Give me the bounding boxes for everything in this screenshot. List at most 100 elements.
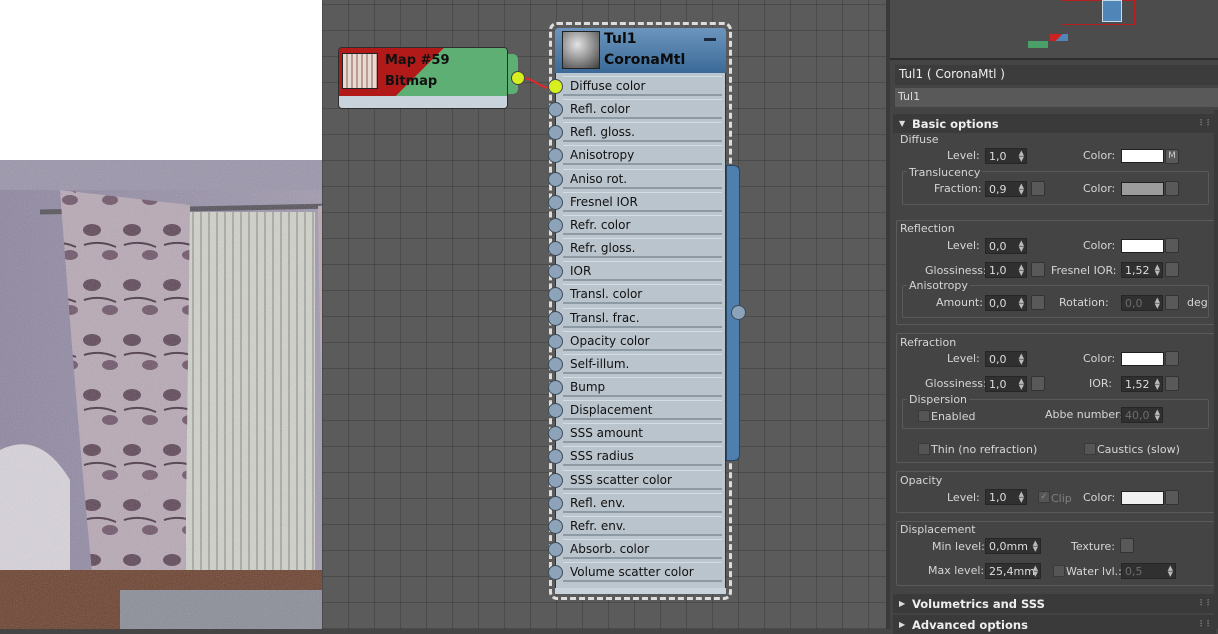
- slot-volume-scatter-color[interactable]: Volume scatter color: [563, 562, 722, 583]
- spinner-arrows-icon[interactable]: ▲ ▼: [1019, 264, 1024, 277]
- abbe-number-spinner[interactable]: 40,0 ▲ ▼: [1121, 407, 1163, 423]
- fraction-map-button[interactable]: [1031, 181, 1045, 196]
- spinner-arrows-icon[interactable]: ▲ ▼: [1033, 565, 1038, 578]
- input-port[interactable]: [548, 333, 563, 349]
- slot-sss-amount[interactable]: SSS amount: [563, 423, 722, 444]
- reflection-color-map-button[interactable]: [1165, 238, 1179, 253]
- slot-self-illum[interactable]: Self-illum.: [563, 353, 722, 374]
- slot-sss-radius[interactable]: SSS radius: [563, 446, 722, 467]
- slot-ior[interactable]: IOR: [563, 261, 722, 282]
- translucency-fraction-spinner[interactable]: 0,9 ▲ ▼: [985, 181, 1027, 197]
- spinner-arrows-icon[interactable]: ▲ ▼: [1155, 264, 1160, 277]
- reflection-level-spinner[interactable]: 0,0 ▲ ▼: [985, 238, 1027, 254]
- spinner-arrows-icon[interactable]: ▲ ▼: [1155, 297, 1160, 310]
- fresnel-map-button[interactable]: [1165, 262, 1179, 277]
- anisotropy-rotation-spinner[interactable]: 0,0 ▲ ▼: [1121, 295, 1163, 311]
- rollout-advanced[interactable]: ▶ Advanced options ⋮⋮: [893, 615, 1216, 634]
- minimize-node-icon[interactable]: [704, 38, 716, 41]
- input-port[interactable]: [548, 542, 563, 557]
- glossiness-map-button[interactable]: [1031, 262, 1045, 277]
- input-port[interactable]: [548, 495, 563, 511]
- spinner-arrows-icon[interactable]: ▲ ▼: [1019, 183, 1024, 196]
- slot-refr-color[interactable]: Refr. color: [563, 214, 722, 235]
- input-port[interactable]: [548, 356, 563, 372]
- input-port[interactable]: [548, 171, 563, 187]
- drag-grip-icon[interactable]: ⋮⋮: [1197, 598, 1212, 607]
- refraction-color-map-button[interactable]: [1165, 351, 1179, 366]
- amount-map-button[interactable]: [1031, 295, 1045, 310]
- opacity-level-spinner[interactable]: 1,0 ▲ ▼: [985, 489, 1027, 505]
- input-port[interactable]: [548, 310, 563, 326]
- displacement-texture-button[interactable]: [1120, 538, 1134, 553]
- ior-spinner[interactable]: 1,52 ▲ ▼: [1121, 376, 1163, 392]
- reflection-glossiness-spinner[interactable]: 1,0 ▲ ▼: [985, 262, 1027, 278]
- slot-bump[interactable]: Bump: [563, 376, 722, 397]
- water-level-checkbox[interactable]: [1053, 565, 1065, 577]
- input-port[interactable]: [548, 217, 563, 233]
- spinner-arrows-icon[interactable]: ▲ ▼: [1155, 378, 1160, 391]
- translucency-color-map-button[interactable]: [1165, 181, 1179, 196]
- spinner-arrows-icon[interactable]: ▲ ▼: [1019, 240, 1024, 253]
- slot-opacity-color[interactable]: Opacity color: [563, 330, 722, 351]
- input-port[interactable]: [548, 194, 563, 210]
- rollout-volumetrics[interactable]: ▶ Volumetrics and SSS ⋮⋮: [893, 594, 1216, 613]
- slot-sss-scatter-color[interactable]: SSS scatter color: [563, 469, 722, 490]
- spinner-arrows-icon[interactable]: ▲ ▼: [1019, 378, 1024, 391]
- input-port[interactable]: [548, 79, 563, 94]
- map-output-port[interactable]: [511, 71, 525, 85]
- opacity-color-swatch[interactable]: [1121, 491, 1164, 505]
- slot-displacement[interactable]: Displacement: [563, 400, 722, 421]
- rollout-basic-options[interactable]: ▼ Basic options ⋮⋮: [893, 114, 1216, 133]
- refraction-glossiness-spinner[interactable]: 1,0 ▲ ▼: [985, 376, 1027, 392]
- panel-scrollbar[interactable]: [1214, 110, 1218, 629]
- slot-anisotropy[interactable]: Anisotropy: [563, 145, 722, 166]
- rotation-map-button[interactable]: [1165, 295, 1179, 310]
- navigator-view-box[interactable]: [1061, 0, 1135, 25]
- slot-refr-env[interactable]: Refr. env.: [563, 515, 722, 536]
- input-port[interactable]: [548, 241, 563, 257]
- min-level-spinner[interactable]: 0,0mm ▲ ▼: [985, 538, 1041, 554]
- caustics-checkbox[interactable]: [1084, 443, 1096, 455]
- translucency-color-swatch[interactable]: [1121, 182, 1164, 196]
- input-port[interactable]: [548, 379, 563, 395]
- input-port[interactable]: [548, 403, 563, 419]
- dispersion-enabled-checkbox[interactable]: [918, 410, 930, 422]
- slot-refr-gloss[interactable]: Refr. gloss.: [563, 238, 722, 259]
- spinner-arrows-icon[interactable]: ▲ ▼: [1019, 297, 1024, 310]
- spinner-arrows-icon[interactable]: ▲ ▼: [1019, 491, 1024, 504]
- slot-absorb-color[interactable]: Absorb. color: [563, 539, 722, 559]
- fresnel-ior-spinner[interactable]: 1,52 ▲ ▼: [1121, 262, 1163, 278]
- spinner-arrows-icon[interactable]: ▲ ▼: [1155, 409, 1160, 422]
- water-level-spinner[interactable]: 0,5 ▲ ▼: [1121, 563, 1176, 579]
- clip-checkbox[interactable]: ✓: [1038, 491, 1050, 503]
- diffuse-map-button[interactable]: M: [1165, 149, 1179, 164]
- spinner-arrows-icon[interactable]: ▲ ▼: [1019, 150, 1024, 163]
- drag-grip-icon[interactable]: ⋮⋮: [1197, 619, 1212, 628]
- refraction-level-spinner[interactable]: 0,0 ▲ ▼: [985, 351, 1027, 367]
- material-output-port[interactable]: [731, 305, 746, 320]
- material-name-field[interactable]: Tul1: [895, 88, 1218, 107]
- slot-transl-frac[interactable]: Transl. frac.: [563, 307, 722, 328]
- drag-grip-icon[interactable]: ⋮⋮: [1197, 118, 1212, 127]
- opacity-map-button[interactable]: [1165, 490, 1179, 505]
- thin-checkbox[interactable]: [918, 443, 930, 455]
- slot-refl-color[interactable]: Refl. color: [563, 99, 722, 120]
- spinner-arrows-icon[interactable]: ▲ ▼: [1019, 353, 1024, 366]
- max-level-spinner[interactable]: 25,4mm ▲ ▼: [985, 563, 1041, 579]
- spinner-arrows-icon[interactable]: ▲ ▼: [1033, 540, 1038, 553]
- diffuse-level-spinner[interactable]: 1,0 ▲ ▼: [985, 148, 1027, 164]
- slot-refl-gloss[interactable]: Refl. gloss.: [563, 122, 722, 143]
- reflection-color-swatch[interactable]: [1121, 239, 1164, 253]
- diffuse-color-swatch[interactable]: [1121, 149, 1164, 163]
- refr-glossiness-map-button[interactable]: [1031, 376, 1045, 391]
- ior-map-button[interactable]: [1165, 376, 1179, 391]
- navigator-panel[interactable]: [890, 0, 1218, 60]
- spinner-arrows-icon[interactable]: ▲ ▼: [1168, 565, 1173, 578]
- slot-transl-color[interactable]: Transl. color: [563, 284, 722, 305]
- slot-fresnel-ior[interactable]: Fresnel IOR: [563, 191, 722, 212]
- slot-aniso-rot[interactable]: Aniso rot.: [563, 168, 722, 189]
- input-port[interactable]: [548, 518, 563, 534]
- slot-diffuse-color[interactable]: Diffuse color: [563, 76, 722, 96]
- refraction-color-swatch[interactable]: [1121, 352, 1164, 366]
- slot-refl-env[interactable]: Refl. env.: [563, 492, 722, 513]
